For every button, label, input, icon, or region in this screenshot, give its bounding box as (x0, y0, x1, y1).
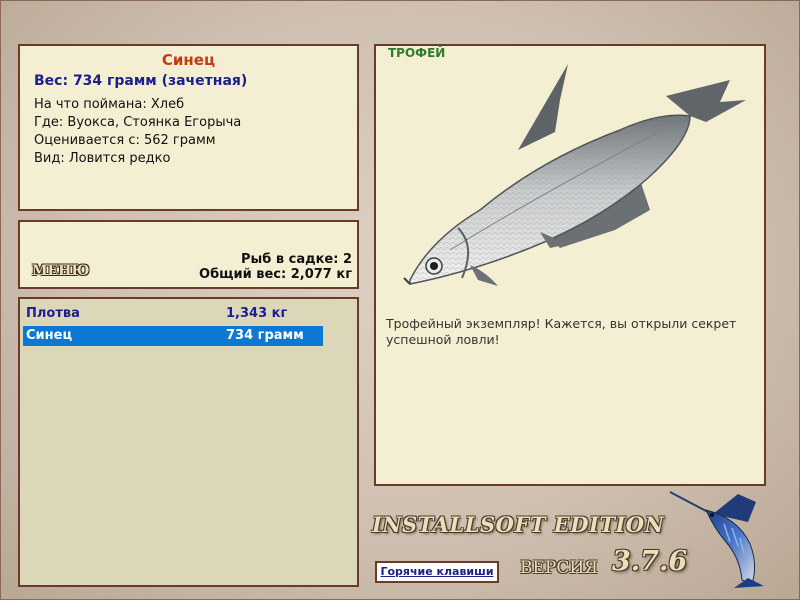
edition-logo: INSTALLSOFT EDITION (372, 512, 665, 537)
list-item-name: Синец (26, 328, 73, 343)
fish-details: На что поймана: Хлеб Где: Вуокса, Стоянк… (34, 96, 241, 168)
catch-list-panel: Плотва 1,343 кг Синец 734 грамм (18, 297, 359, 587)
list-item-selected[interactable]: Синец 734 грамм (23, 326, 323, 346)
menu-button[interactable]: МЕНЮ (32, 263, 89, 279)
version-label: ВЕРСИЯ (520, 558, 598, 578)
keepnet-stats: Рыб в садке: 2 Общий вес: 2,077 кг (199, 252, 352, 282)
fish-bait: На что поймана: Хлеб (34, 97, 185, 112)
fish-location: Где: Вуокса, Стоянка Егорыча (34, 115, 242, 130)
hotkeys-button[interactable]: Горячие клавиши (375, 561, 499, 583)
list-item-weight: 1,343 кг (226, 306, 288, 321)
fish-image (403, 64, 746, 286)
marlin-logo (669, 491, 764, 588)
total-weight: Общий вес: 2,077 кг (199, 267, 352, 282)
fish-title: Синец (161, 51, 216, 69)
fish-weight: Вес: 734 грамм (зачетная) (34, 73, 248, 89)
fish-rated-from: Оценивается с: 562 грамм (34, 133, 216, 148)
fish-info-panel: Синец Вес: 734 грамм (зачетная) На что п… (18, 44, 359, 211)
fish-kind: Вид: Ловится редко (34, 151, 171, 166)
trophy-panel: ТРОФЕЙ Трофейный экземпляр! Кажется, вы … (374, 44, 766, 486)
menu-panel: МЕНЮ Рыб в садке: 2 Общий вес: 2,077 кг (18, 220, 359, 289)
list-item-name: Плотва (26, 306, 80, 321)
fish-count: Рыб в садке: 2 (240, 252, 352, 267)
trophy-tag: ТРОФЕЙ (388, 46, 446, 60)
list-item-weight: 734 грамм (226, 328, 304, 343)
trophy-description: Трофейный экземпляр! Кажется, вы открыли… (386, 316, 737, 347)
list-item[interactable]: Плотва 1,343 кг (23, 304, 323, 324)
